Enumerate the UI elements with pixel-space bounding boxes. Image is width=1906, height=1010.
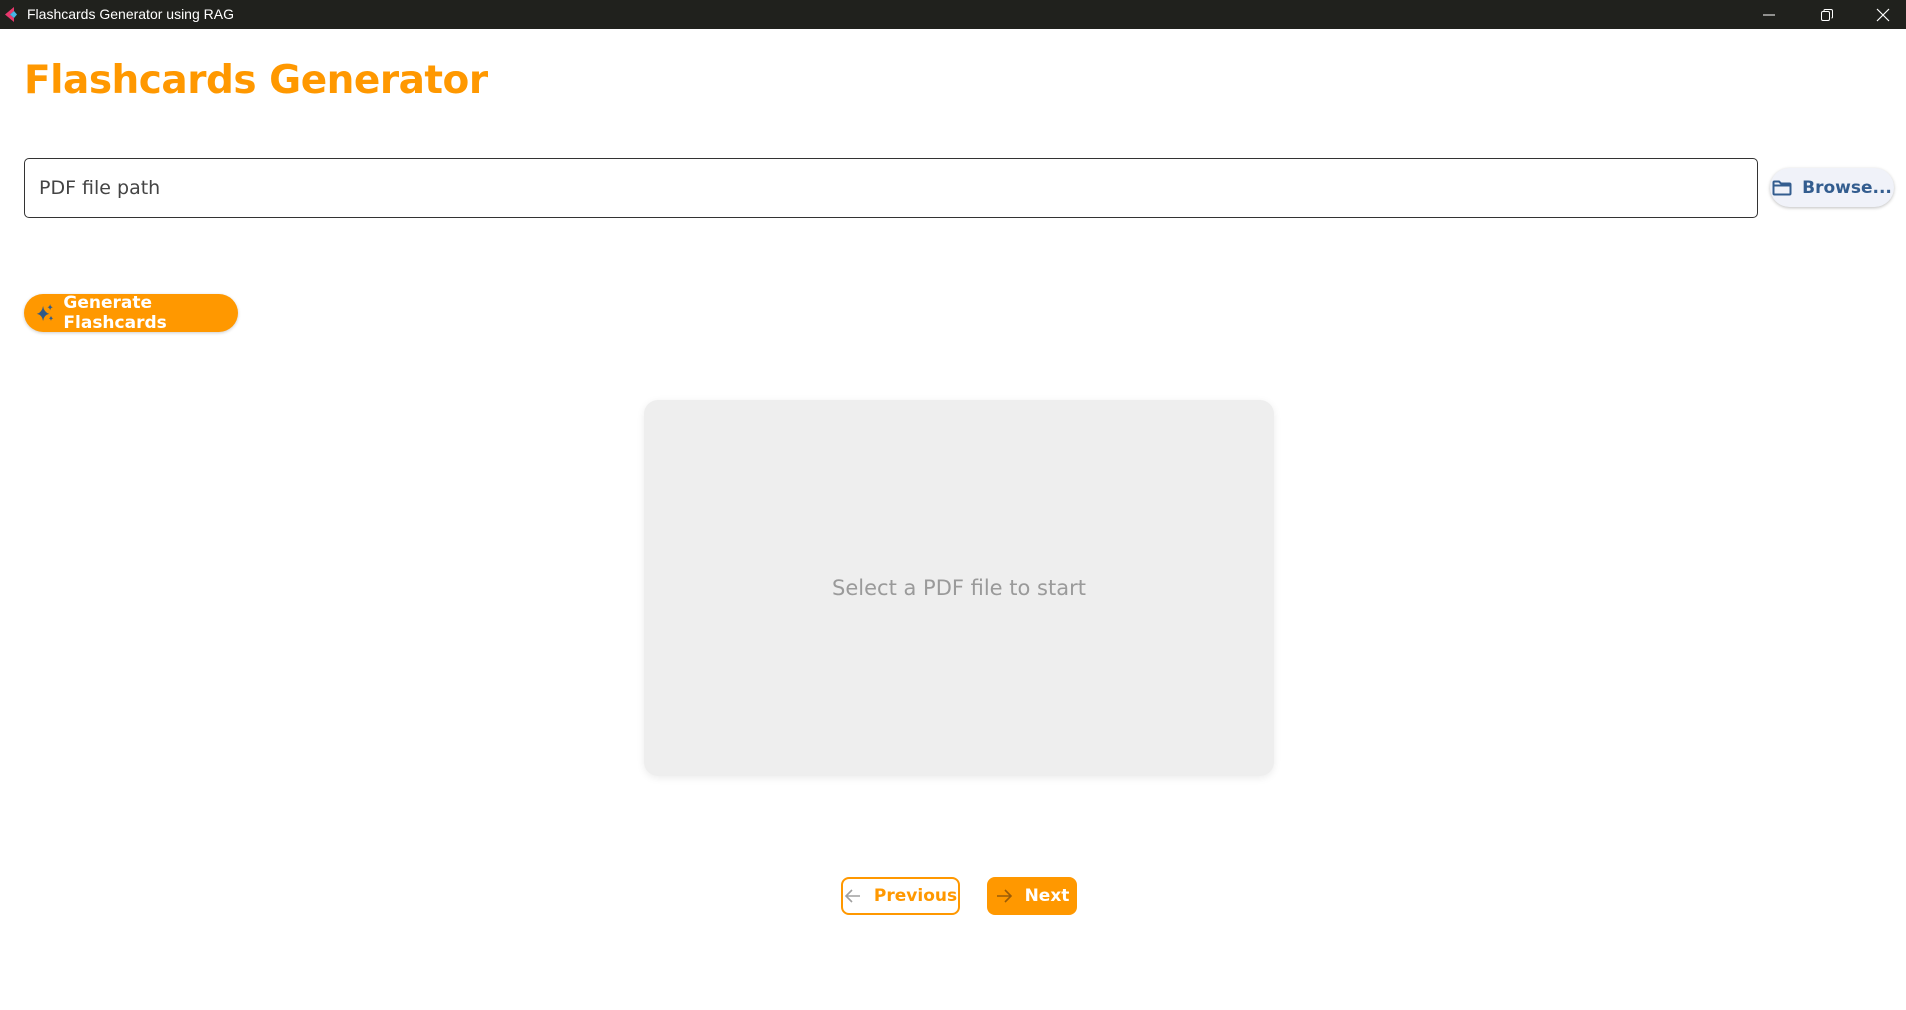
previous-button[interactable]: Previous bbox=[841, 877, 960, 915]
generate-flashcards-button[interactable]: Generate Flashcards bbox=[24, 293, 238, 333]
window-title: Flashcards Generator using RAG bbox=[27, 6, 234, 22]
arrow-right-icon bbox=[996, 889, 1012, 903]
previous-label: Previous bbox=[873, 886, 958, 906]
app-icon bbox=[5, 7, 17, 22]
flashcard-text: Select a PDF file to start bbox=[832, 576, 1086, 600]
next-label: Next bbox=[1024, 886, 1070, 906]
arrow-left-icon bbox=[844, 889, 860, 903]
close-icon bbox=[1876, 8, 1890, 21]
generate-label: Generate Flashcards bbox=[63, 293, 167, 333]
pdf-path-input[interactable] bbox=[24, 158, 1758, 218]
window-titlebar: Flashcards Generator using RAG bbox=[0, 0, 1906, 29]
browse-label: Browse... bbox=[1802, 177, 1892, 198]
sparkles-icon bbox=[36, 304, 54, 321]
restore-icon bbox=[1821, 8, 1833, 21]
restore-button[interactable] bbox=[1804, 0, 1850, 29]
folder-icon bbox=[1772, 180, 1792, 195]
close-button[interactable] bbox=[1860, 0, 1906, 29]
next-button[interactable]: Next bbox=[987, 877, 1077, 915]
minimize-button[interactable] bbox=[1746, 0, 1792, 29]
minimize-icon bbox=[1763, 14, 1775, 15]
page-title: Flashcards Generator bbox=[24, 58, 488, 103]
browse-button[interactable]: Browse... bbox=[1770, 168, 1894, 207]
flashcard[interactable]: Select a PDF file to start bbox=[644, 400, 1274, 776]
